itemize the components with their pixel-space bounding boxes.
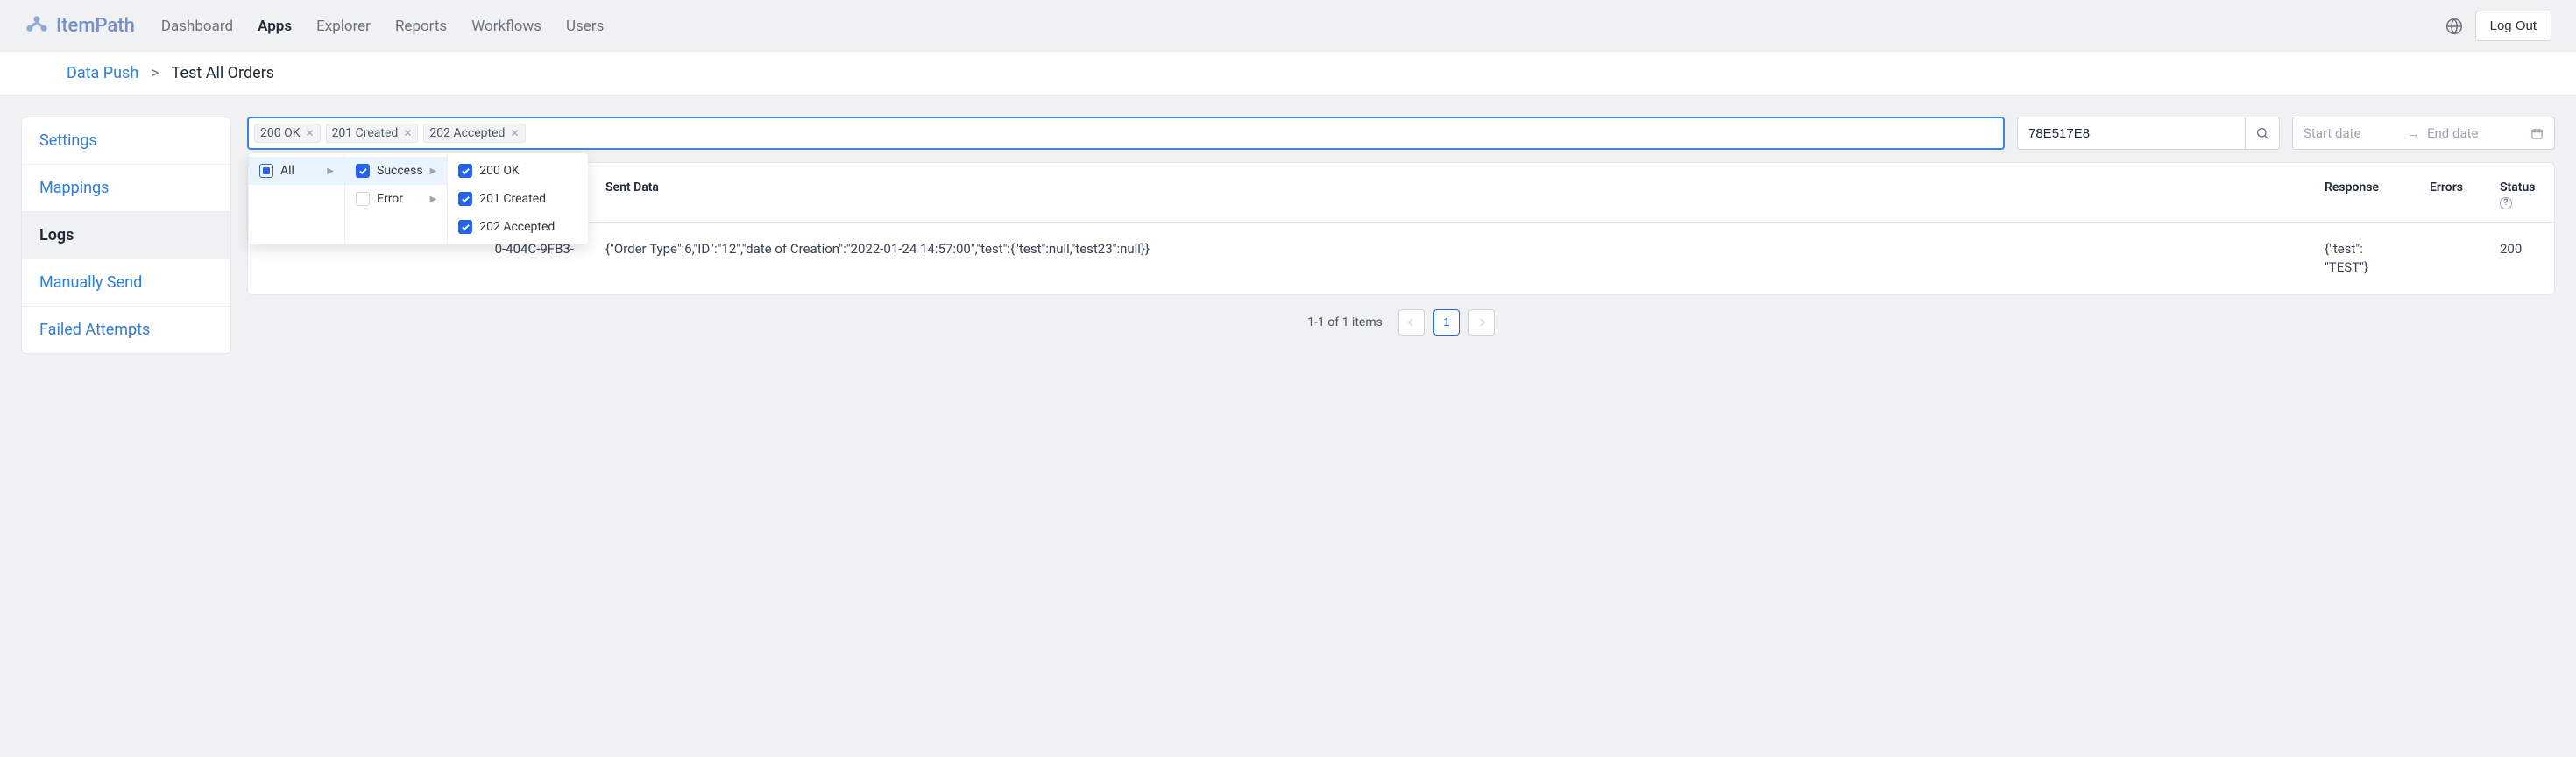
col-header-status: Status ? [2484,163,2554,222]
tag-remove-icon[interactable]: ✕ [510,127,519,139]
nav-dashboard[interactable]: Dashboard [161,18,233,35]
filter-tag-label: 200 OK [260,126,301,140]
breadcrumb-separator: > [151,64,159,82]
brand-name: ItemPath [56,15,135,37]
cell-errors [2414,222,2484,294]
filter-tag: 202 Accepted ✕ [423,124,525,143]
cascade-option-all[interactable]: All ▶ [249,157,344,185]
filter-tag-label: 202 Accepted [429,126,505,140]
logo-icon [25,14,49,39]
main-nav: Dashboard Apps Explorer Reports Workflow… [161,18,2445,35]
pagination-page-1[interactable]: 1 [1433,309,1460,336]
checkbox-checked-icon [458,192,472,206]
breadcrumb: Data Push > Test All Orders [0,52,2576,96]
sidebar-item-failed-attempts[interactable]: Failed Attempts [22,307,230,353]
pagination-next-button[interactable] [1468,309,1495,336]
sidebar-item-logs[interactable]: Logs [22,212,230,259]
tag-remove-icon[interactable]: ✕ [306,127,315,139]
status-filter-select[interactable]: 200 OK ✕ 201 Created ✕ 202 Accepted ✕ [247,117,2005,150]
cascade-option-201[interactable]: 201 Created [448,185,588,213]
pagination-info: 1-1 of 1 items [1307,315,1383,329]
search-button[interactable] [2245,117,2280,150]
chevron-right-icon: ▶ [327,166,334,176]
tag-remove-icon[interactable]: ✕ [403,127,412,139]
breadcrumb-link[interactable]: Data Push [67,64,138,82]
topbar: ItemPath Dashboard Apps Explorer Reports… [0,0,2576,52]
breadcrumb-current: Test All Orders [172,64,274,82]
logs-table: Sent Data Response Errors Status ? 0-404… [247,162,2555,295]
nav-workflows[interactable]: Workflows [471,18,541,35]
cascade-col-1: All ▶ [249,153,345,244]
checkbox-checked-icon [356,164,370,178]
search-input[interactable] [2017,117,2245,150]
checkbox-checked-icon [458,220,472,234]
cell-sent-data: {"Order Type":6,"ID":"12","date of Creat… [590,222,2309,294]
date-range-picker[interactable]: Start date → End date [2292,117,2555,150]
cascade-label: All [280,164,294,178]
globe-icon[interactable] [2445,18,2463,35]
col-header-errors: Errors [2414,163,2484,222]
checkbox-indeterminate-icon [259,164,273,178]
cascade-label: 201 Created [479,192,546,206]
sidebar-item-mappings[interactable]: Mappings [22,165,230,212]
logout-button[interactable]: Log Out [2475,11,2551,41]
nav-reports[interactable]: Reports [395,18,447,35]
checkbox-checked-icon [458,164,472,178]
sidebar-item-manually-send[interactable]: Manually Send [22,259,230,307]
search-group [2017,117,2280,150]
cascade-option-success[interactable]: Success ▶ [345,157,447,185]
cell-status: 200 [2484,222,2554,294]
chevron-right-icon: ▶ [430,166,437,176]
nav-apps[interactable]: Apps [258,18,292,35]
cascade-col-2: Success ▶ Error ▶ [345,153,448,244]
filter-tag: 201 Created ✕ [326,124,419,143]
checkbox-unchecked-icon [356,192,370,206]
chevron-right-icon [1477,318,1486,327]
cascade-label: Error [377,192,403,206]
sidebar: Settings Mappings Logs Manually Send Fai… [21,117,231,354]
filter-tag: 200 OK ✕ [254,124,321,143]
nav-users[interactable]: Users [566,18,604,35]
col-header-response: Response [2309,163,2414,222]
pagination: 1-1 of 1 items 1 [247,309,2555,336]
help-icon[interactable]: ? [2500,197,2512,209]
cascade-col-3: 200 OK 201 Created 202 Accepted [448,153,588,244]
sidebar-item-settings[interactable]: Settings [22,117,230,165]
nav-explorer[interactable]: Explorer [316,18,371,35]
cascade-option-error[interactable]: Error ▶ [345,185,447,213]
end-date-placeholder: End date [2427,125,2523,141]
cascade-label: 202 Accepted [479,220,555,234]
filter-cascade-dropdown: All ▶ Success ▶ Error ▶ [249,153,588,244]
start-date-placeholder: Start date [2304,125,2400,141]
arrow-right-icon: → [2407,125,2420,141]
calendar-icon [2530,127,2544,140]
chevron-left-icon [1407,318,1416,327]
table-row: 0-404C-9FB3- {"Order Type":6,"ID":"12","… [248,222,2554,294]
status-header-label: Status [2500,180,2535,195]
logo[interactable]: ItemPath [25,14,135,39]
pagination-prev-button[interactable] [1398,309,1425,336]
cascade-label: Success [377,164,423,178]
cascade-option-202[interactable]: 202 Accepted [448,213,588,241]
cascade-option-200[interactable]: 200 OK [448,157,588,185]
col-header-sent-data: Sent Data [590,163,2309,222]
cell-response: {"test": "TEST"} [2309,222,2414,294]
chevron-right-icon: ▶ [430,195,437,204]
filter-tag-label: 201 Created [332,126,399,140]
cascade-label: 200 OK [479,164,520,178]
search-icon [2255,126,2269,140]
